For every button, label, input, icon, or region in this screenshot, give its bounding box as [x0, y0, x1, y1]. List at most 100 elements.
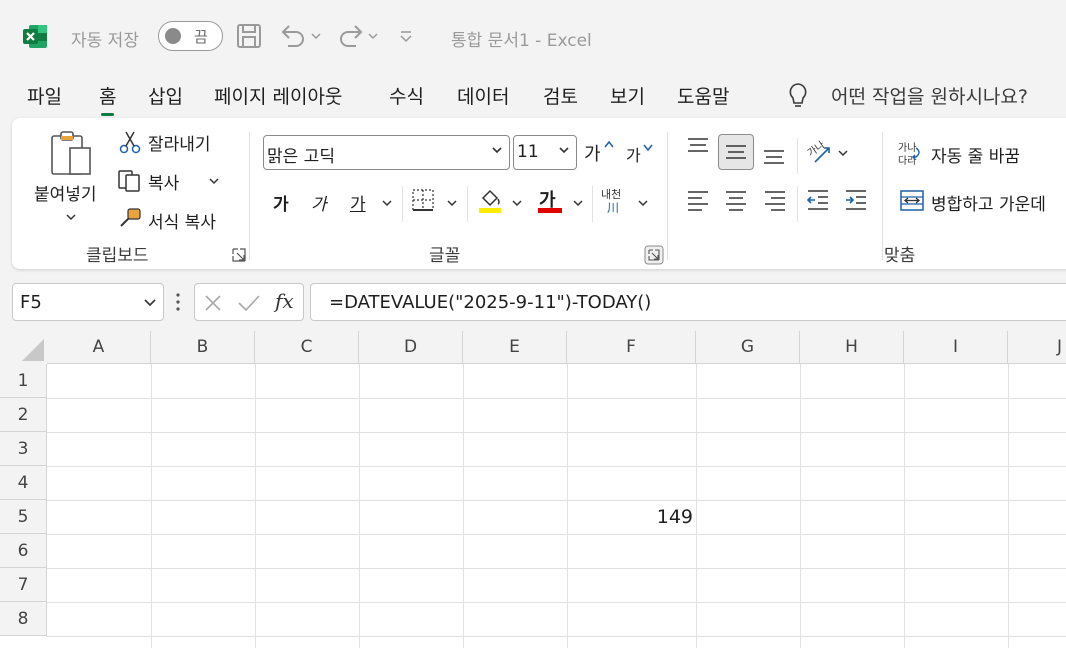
row-header-2[interactable]: 2	[0, 398, 47, 432]
copy-button[interactable]: 복사	[148, 169, 179, 194]
column-header-j[interactable]: J	[1008, 331, 1066, 364]
underline-dropdown-icon[interactable]	[381, 198, 393, 208]
align-left-icon[interactable]	[686, 188, 710, 212]
separator	[592, 186, 593, 222]
select-all-corner[interactable]	[0, 331, 47, 364]
tab-page-layout[interactable]: 페이지 레이아웃	[214, 82, 342, 109]
column-header-a[interactable]: A	[47, 331, 151, 364]
row-header-5[interactable]: 5	[0, 500, 47, 534]
redo-icon[interactable]	[336, 22, 382, 50]
decrease-indent-icon[interactable]	[806, 188, 830, 212]
copy-icon	[118, 170, 140, 192]
row-header-7[interactable]: 7	[0, 568, 47, 602]
column-header-f[interactable]: F	[567, 331, 696, 364]
shrink-font-button[interactable]: 가	[626, 142, 656, 170]
cell-f5[interactable]: 149	[568, 506, 693, 528]
cut-button[interactable]: 잘라내기	[148, 130, 211, 155]
more-options-icon[interactable]	[175, 292, 181, 312]
align-right-icon[interactable]	[763, 188, 787, 212]
cancel-icon[interactable]	[203, 293, 223, 313]
wrap-text-button[interactable]: 가나 다라 자동 줄 바꿈	[898, 138, 1066, 170]
shrink-font-glyph: 가	[626, 146, 641, 165]
clipboard-group-label: 클립보드	[86, 246, 149, 266]
align-top-icon[interactable]	[686, 136, 710, 160]
scissors-icon	[119, 131, 141, 154]
format-painter-icon	[120, 208, 141, 227]
grow-font-button[interactable]: 가	[584, 140, 614, 168]
worksheet-grid[interactable]: A B C D E F G H I J 1 2 3 4 5 6 7 8 149	[0, 331, 1066, 648]
gridline	[47, 398, 1066, 399]
formula-actions: fx	[194, 283, 304, 321]
align-bottom-icon[interactable]	[762, 144, 786, 168]
tab-insert[interactable]: 삽입	[148, 82, 183, 109]
borders-dropdown-icon[interactable]	[446, 198, 458, 208]
paste-button[interactable]: 붙여넣기	[32, 128, 104, 233]
separator	[249, 132, 250, 260]
gridline	[47, 500, 1066, 501]
svg-text:가나: 가나	[805, 140, 827, 159]
fill-color-dropdown-icon[interactable]	[511, 198, 523, 208]
undo-icon[interactable]	[278, 22, 324, 50]
paste-dropdown-icon[interactable]	[65, 212, 77, 222]
tab-formulas[interactable]: 수식	[389, 82, 424, 109]
formula-input[interactable]: =DATEVALUE("2025-9-11")-TODAY()	[310, 283, 1066, 321]
column-header-c[interactable]: C	[255, 331, 359, 364]
underline-button[interactable]: 가	[350, 190, 366, 215]
insert-function-button[interactable]: fx	[275, 289, 294, 313]
font-color-dropdown-icon[interactable]	[572, 198, 584, 208]
autosave-toggle[interactable]: 끔	[158, 21, 223, 51]
orientation-icon[interactable]: 가나	[805, 140, 833, 166]
increase-indent-icon[interactable]	[844, 188, 868, 212]
fill-color-icon[interactable]	[477, 186, 503, 214]
tab-view[interactable]: 보기	[610, 82, 645, 109]
title-bar: 자동 저장 끔 통합 문서1 - Excel	[0, 0, 1066, 72]
name-box[interactable]: F5	[12, 283, 164, 321]
gridline	[904, 364, 905, 648]
customize-quick-access-icon[interactable]	[398, 22, 414, 50]
column-header-e[interactable]: E	[463, 331, 567, 364]
align-center-icon[interactable]	[724, 188, 748, 212]
phonetic-guide-button[interactable]: 내천 川	[601, 186, 629, 216]
bold-button[interactable]: 가	[273, 190, 289, 215]
enter-icon[interactable]	[237, 293, 261, 313]
row-header-3[interactable]: 3	[0, 432, 47, 466]
font-color-button[interactable]: 가	[537, 186, 563, 214]
align-middle-icon	[726, 145, 746, 159]
align-middle-button[interactable]	[718, 134, 754, 170]
row-header-4[interactable]: 4	[0, 466, 47, 500]
tab-review[interactable]: 검토	[543, 82, 578, 109]
chevron-down-icon	[492, 147, 502, 154]
column-header-h[interactable]: H	[800, 331, 904, 364]
font-launcher-icon[interactable]	[644, 245, 664, 265]
column-header-g[interactable]: G	[696, 331, 800, 364]
merge-center-button[interactable]: 병합하고 가운데	[898, 186, 1066, 218]
clipboard-launcher-icon[interactable]	[232, 248, 246, 262]
column-header-b[interactable]: B	[151, 331, 255, 364]
row-header-1[interactable]: 1	[0, 364, 47, 398]
save-icon[interactable]	[236, 22, 262, 50]
format-painter-button[interactable]: 서식 복사	[148, 208, 216, 233]
tab-help[interactable]: 도움말	[677, 82, 729, 109]
lightbulb-icon[interactable]	[787, 82, 809, 110]
font-size-select[interactable]: 11	[513, 135, 577, 170]
wrap-text-label: 자동 줄 바꿈	[931, 147, 1021, 167]
gridline	[696, 364, 697, 648]
row-header-8[interactable]: 8	[0, 602, 47, 636]
font-name-select[interactable]: 맑은 고딕	[263, 135, 510, 170]
font-name-value: 맑은 고딕	[267, 147, 335, 167]
orientation-dropdown-icon[interactable]	[837, 148, 849, 158]
phonetic-dropdown-icon[interactable]	[637, 198, 649, 208]
column-header-d[interactable]: D	[359, 331, 463, 364]
column-header-i[interactable]: I	[904, 331, 1008, 364]
tab-home[interactable]: 홈	[99, 82, 116, 116]
tab-data[interactable]: 데이터	[457, 82, 509, 109]
tab-file[interactable]: 파일	[27, 82, 62, 109]
caret-down-icon	[643, 144, 653, 152]
borders-icon[interactable]	[411, 188, 435, 212]
separator	[467, 186, 468, 222]
row-header-6[interactable]: 6	[0, 534, 47, 568]
tell-me-search[interactable]: 어떤 작업을 원하시나요?	[831, 82, 1028, 109]
italic-button[interactable]: 가	[311, 190, 327, 215]
copy-dropdown-icon[interactable]	[208, 176, 220, 186]
separator	[882, 132, 883, 260]
